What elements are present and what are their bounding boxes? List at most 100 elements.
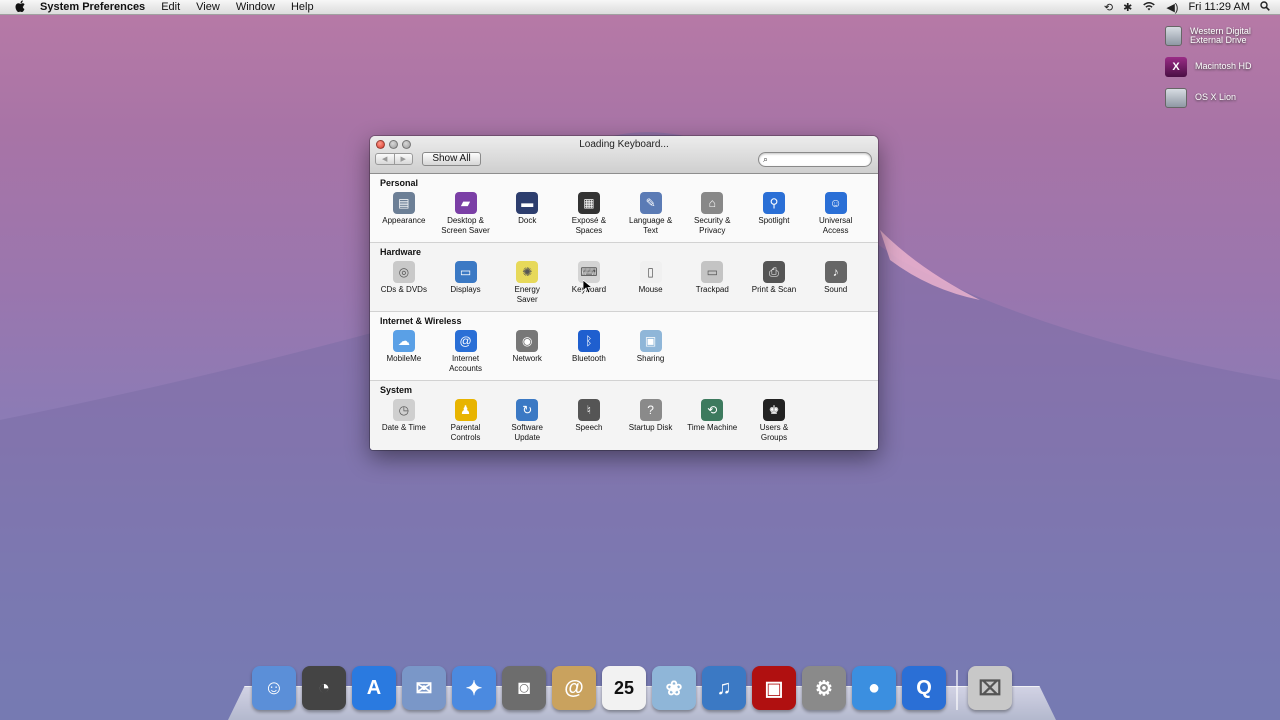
- finder-icon[interactable]: ☺: [252, 666, 296, 710]
- show-all-button[interactable]: Show All: [422, 152, 481, 166]
- wifi-status-icon[interactable]: [1142, 1, 1156, 14]
- pane-cds-dvds[interactable]: ◎ CDs & DVDs: [373, 261, 435, 304]
- bluetooth-status-icon[interactable]: ✱: [1123, 1, 1132, 14]
- pane-appearance[interactable]: ▤ Appearance: [373, 192, 435, 235]
- section-system: System ◷ Date & Time ♟ Parental Controls ↻ Sof…: [370, 381, 878, 450]
- pane-label: Internet Accounts: [449, 354, 482, 373]
- expose-icon: ▦: [577, 192, 600, 214]
- hard-drive-icon: [1165, 25, 1183, 46]
- quicktime-icon[interactable]: Q: [902, 666, 946, 710]
- pane-label: Sharing: [636, 354, 665, 363]
- safari-icon[interactable]: ✦: [452, 666, 496, 710]
- menu-view[interactable]: View: [188, 0, 228, 15]
- cd-icon: ◎: [392, 261, 415, 283]
- volume-os-x-lion[interactable]: OS X Lion: [1165, 82, 1280, 113]
- time-machine-status-icon[interactable]: ⟲: [1104, 1, 1113, 14]
- pane-expos-spaces[interactable]: ▦ Exposé & Spaces: [558, 192, 620, 235]
- volume-status-icon[interactable]: ◀): [1166, 1, 1178, 14]
- preferences-panes: Personal ▤ Appearance ▰ Desktop & Screen Sav…: [370, 174, 878, 450]
- pane-trackpad[interactable]: ▭ Trackpad: [681, 261, 743, 304]
- pane-date-time[interactable]: ◷ Date & Time: [373, 399, 435, 442]
- app-store-icon[interactable]: A: [352, 666, 396, 710]
- update-icon: ↻: [516, 399, 539, 421]
- itunes-icon[interactable]: ♫: [702, 666, 746, 710]
- pane-startup-disk[interactable]: ? Startup Disk: [620, 399, 682, 442]
- iphoto-icon[interactable]: ❀: [652, 666, 696, 710]
- pane-print-scan[interactable]: ⎙ Print & Scan: [743, 261, 805, 304]
- section-hardware: Hardware ◎ CDs & DVDs ▭ Displays ✺ Energy Save…: [370, 243, 878, 312]
- pane-dock[interactable]: ▬ Dock: [496, 192, 558, 235]
- address-book-icon[interactable]: @: [552, 666, 596, 710]
- pane-network[interactable]: ◉ Network: [496, 330, 558, 373]
- menu-help[interactable]: Help: [283, 0, 322, 15]
- apple-menu-icon[interactable]: [0, 0, 40, 15]
- globe-icon: ◉: [516, 330, 539, 352]
- pane-label: Dock: [518, 216, 537, 225]
- pane-language-text[interactable]: ✎ Language & Text: [620, 192, 682, 235]
- search-input[interactable]: [773, 154, 867, 165]
- system-preferences-window: Loading Keyboard... ◀ ▶ Show All ⌕ Perso…: [370, 136, 878, 450]
- menu-window[interactable]: Window: [228, 0, 283, 15]
- pane-label: Displays: [450, 285, 481, 294]
- pane-label: Mouse: [638, 285, 663, 294]
- pane-label: Appearance: [382, 216, 426, 225]
- pane-label: Software Update: [511, 423, 543, 442]
- startup-disk-icon: ?: [639, 399, 662, 421]
- pane-sound[interactable]: ♪ Sound: [805, 261, 867, 304]
- pane-mouse[interactable]: ▯ Mouse: [620, 261, 682, 304]
- back-button[interactable]: ◀: [376, 154, 394, 164]
- pane-users-groups[interactable]: ♚ Users & Groups: [743, 399, 805, 442]
- menu-edit[interactable]: Edit: [153, 0, 188, 15]
- section-personal: Personal ▤ Appearance ▰ Desktop & Screen Sav…: [370, 174, 878, 243]
- security-icon: ⌂: [701, 192, 724, 214]
- section-title: System: [380, 385, 413, 395]
- pane-label: Startup Disk: [628, 423, 673, 432]
- pane-label: Universal Access: [818, 216, 853, 235]
- dashboard-icon[interactable]: ◔: [302, 666, 346, 710]
- pane-bluetooth[interactable]: ᛒ Bluetooth: [558, 330, 620, 373]
- disk-image-icon: [1165, 87, 1187, 108]
- volume-western-digital[interactable]: Western Digital External Drive: [1165, 20, 1280, 51]
- pane-label: Desktop & Screen Saver: [441, 216, 490, 235]
- menu-app-name[interactable]: System Preferences: [40, 0, 153, 15]
- trash-icon[interactable]: ⌧: [968, 666, 1012, 710]
- gear-icon[interactable]: ⚙: [802, 666, 846, 710]
- volume-label: Macintosh HD: [1195, 61, 1252, 71]
- pane-row: ◎CDs & DVDs▭Displays✺Energy Saver⌨Keyboa…: [373, 261, 867, 304]
- pane-internet-accounts[interactable]: @ Internet Accounts: [435, 330, 497, 373]
- desktop-volumes: Western Digital External Drive X Macinto…: [1165, 20, 1280, 113]
- pane-software-update[interactable]: ↻ Software Update: [496, 399, 558, 442]
- back-forward-control: ◀ ▶: [375, 153, 413, 165]
- photo-booth-icon[interactable]: ▣: [752, 666, 796, 710]
- pane-universal-access[interactable]: ☺ Universal Access: [805, 192, 867, 235]
- facetime-icon[interactable]: ◙: [502, 666, 546, 710]
- section-title: Hardware: [380, 247, 422, 257]
- forward-button[interactable]: ▶: [393, 154, 413, 164]
- pane-mobileme[interactable]: ☁ MobileMe: [373, 330, 435, 373]
- pane-time-machine[interactable]: ⟲ Time Machine: [681, 399, 743, 442]
- search-field[interactable]: ⌕: [758, 152, 872, 167]
- chat-bubble-icon[interactable]: ●: [852, 666, 896, 710]
- spotlight-icon: ⚲: [762, 192, 785, 214]
- lightbulb-icon: ✺: [516, 261, 539, 283]
- pane-speech[interactable]: ♮ Speech: [558, 399, 620, 442]
- pane-energy-saver[interactable]: ✺ Energy Saver: [496, 261, 558, 304]
- cloud-icon: ☁: [392, 330, 415, 352]
- pane-sharing[interactable]: ▣ Sharing: [620, 330, 682, 373]
- pane-label: Bluetooth: [572, 354, 606, 363]
- dock: ☺ ◔ A ✉ ✦ ◙ @25 ❀ ♫ ▣ ⚙ ● Q ⌧: [252, 662, 1012, 710]
- printer-icon: ⎙: [762, 261, 785, 283]
- calendar-icon[interactable]: 25: [602, 666, 646, 710]
- spotlight-menu-icon[interactable]: [1260, 0, 1270, 14]
- volume-macintosh-hd[interactable]: X Macintosh HD: [1165, 51, 1280, 82]
- pane-security-privacy[interactable]: ⌂ Security & Privacy: [681, 192, 743, 235]
- menu-clock[interactable]: Fri 11:29 AM: [1188, 1, 1250, 13]
- pane-parental-controls[interactable]: ♟ Parental Controls: [435, 399, 497, 442]
- pane-desktop-screen-saver[interactable]: ▰ Desktop & Screen Saver: [435, 192, 497, 235]
- pane-spotlight[interactable]: ⚲ Spotlight: [743, 192, 805, 235]
- pane-displays[interactable]: ▭ Displays: [435, 261, 497, 304]
- pane-label: Speech: [575, 423, 603, 432]
- window-toolbar[interactable]: Loading Keyboard... ◀ ▶ Show All ⌕: [370, 136, 878, 174]
- mail-icon[interactable]: ✉: [402, 666, 446, 710]
- trackpad-icon: ▭: [701, 261, 724, 283]
